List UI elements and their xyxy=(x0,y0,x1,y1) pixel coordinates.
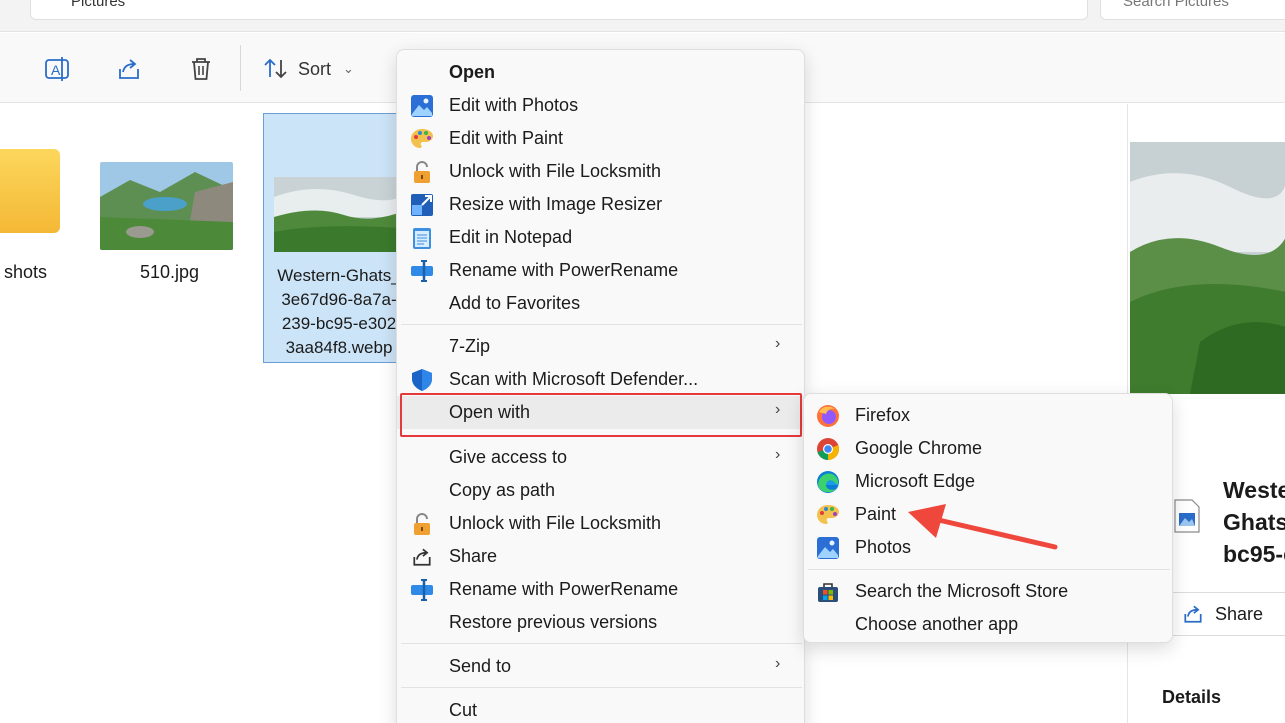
title-bar: Pictures Search Pictures xyxy=(0,0,1285,32)
chevron-right-icon: › xyxy=(775,655,781,672)
details-heading: Details xyxy=(1162,687,1222,707)
image-file-icon xyxy=(1174,499,1200,533)
submenu-item-edge[interactable]: Microsoft Edge xyxy=(804,465,1174,498)
image-thumbnail[interactable] xyxy=(100,162,233,250)
menu-item-open[interactable]: Open xyxy=(397,56,806,89)
notepad-icon xyxy=(413,228,431,249)
share-icon xyxy=(413,548,431,566)
menu-item-edit-with-photos[interactable]: Edit with Photos xyxy=(397,89,806,122)
menu-item-edit-with-paint[interactable]: Edit with Paint xyxy=(397,122,806,155)
menu-item-copy-path[interactable]: Copy as path xyxy=(397,474,806,507)
sort-label: Sort xyxy=(298,58,332,79)
menu-separator xyxy=(401,643,802,644)
photos-icon xyxy=(817,537,839,559)
edge-icon xyxy=(817,471,839,493)
menu-item-edit-notepad[interactable]: Edit in Notepad xyxy=(397,221,806,254)
chrome-icon xyxy=(817,438,839,460)
firefox-icon xyxy=(817,405,839,427)
svg-text:A: A xyxy=(51,62,61,78)
search-placeholder: Search Pictures xyxy=(1123,0,1229,10)
address-path: Pictures xyxy=(71,0,126,10)
file-name[interactable]: 510.jpg xyxy=(140,262,199,283)
chevron-down-icon: ⌄ xyxy=(343,61,354,76)
share-label: Share xyxy=(1215,603,1264,624)
defender-icon xyxy=(412,369,432,391)
rename-icon[interactable]: A xyxy=(43,55,71,83)
file-name[interactable]: shots xyxy=(4,262,47,283)
share-icon[interactable] xyxy=(115,55,143,83)
menu-item-restore-versions[interactable]: Restore previous versions xyxy=(397,606,806,639)
photos-icon xyxy=(411,95,433,117)
lock-icon xyxy=(414,513,430,535)
store-icon xyxy=(818,583,838,602)
address-bar[interactable]: Pictures xyxy=(30,0,1088,20)
menu-item-power-rename-2[interactable]: Rename with PowerRename xyxy=(397,573,806,606)
menu-item-unlock-locksmith[interactable]: Unlock with File Locksmith xyxy=(397,155,806,188)
menu-item-share[interactable]: Share xyxy=(397,540,806,573)
sort-button[interactable]: Sort ⌄ xyxy=(262,55,354,83)
paint-icon xyxy=(817,505,839,524)
menu-item-image-resizer[interactable]: Resize with Image Resizer xyxy=(397,188,806,221)
menu-separator xyxy=(401,687,802,688)
menu-item-cut[interactable]: Cut xyxy=(397,694,806,723)
sort-icon xyxy=(264,58,287,79)
submenu-item-choose-another-app[interactable]: Choose another app xyxy=(804,608,1174,641)
menu-separator xyxy=(401,324,802,325)
paint-icon xyxy=(411,129,433,148)
menu-item-add-favorites[interactable]: Add to Favorites xyxy=(397,287,806,320)
chevron-right-icon: › xyxy=(775,335,781,352)
file-name: Western-Ghats_ 3e67d96-8a7a- 239-bc95-e3… xyxy=(277,266,401,357)
rename-icon xyxy=(411,579,433,601)
menu-item-give-access[interactable]: Give access to › xyxy=(397,441,806,474)
menu-separator xyxy=(808,569,1170,570)
resize-icon xyxy=(411,194,433,216)
share-button[interactable]: Share xyxy=(1168,592,1285,636)
lock-icon xyxy=(414,161,430,183)
context-menu: Open Edit with Photos Edit with Paint Un… xyxy=(396,49,806,723)
preview-image xyxy=(1130,142,1285,394)
menu-item-power-rename[interactable]: Rename with PowerRename xyxy=(397,254,806,287)
highlight-box xyxy=(400,393,802,437)
command-separator xyxy=(240,45,241,91)
menu-item-unlock-locksmith-2[interactable]: Unlock with File Locksmith xyxy=(397,507,806,540)
chevron-right-icon: › xyxy=(775,446,781,463)
annotation-arrow-icon xyxy=(908,504,1058,550)
rename-icon xyxy=(411,260,433,282)
submenu-item-firefox[interactable]: Firefox xyxy=(804,399,1174,432)
submenu-item-chrome[interactable]: Google Chrome xyxy=(804,432,1174,465)
preview-title: Western- Ghats_3 bc95-e xyxy=(1223,477,1285,567)
folder-icon[interactable] xyxy=(0,149,60,233)
search-input[interactable]: Search Pictures xyxy=(1100,0,1285,20)
menu-item-defender-scan[interactable]: Scan with Microsoft Defender... xyxy=(397,363,806,396)
menu-item-send-to[interactable]: Send to › xyxy=(397,650,806,683)
menu-item-7zip[interactable]: 7-Zip › xyxy=(397,330,806,363)
submenu-item-microsoft-store[interactable]: Search the Microsoft Store xyxy=(804,575,1174,608)
selected-file[interactable]: Western-Ghats_ 3e67d96-8a7a- 239-bc95-e3… xyxy=(263,113,414,363)
share-icon xyxy=(1184,605,1202,623)
delete-icon[interactable] xyxy=(187,55,215,83)
image-thumbnail xyxy=(274,177,414,252)
